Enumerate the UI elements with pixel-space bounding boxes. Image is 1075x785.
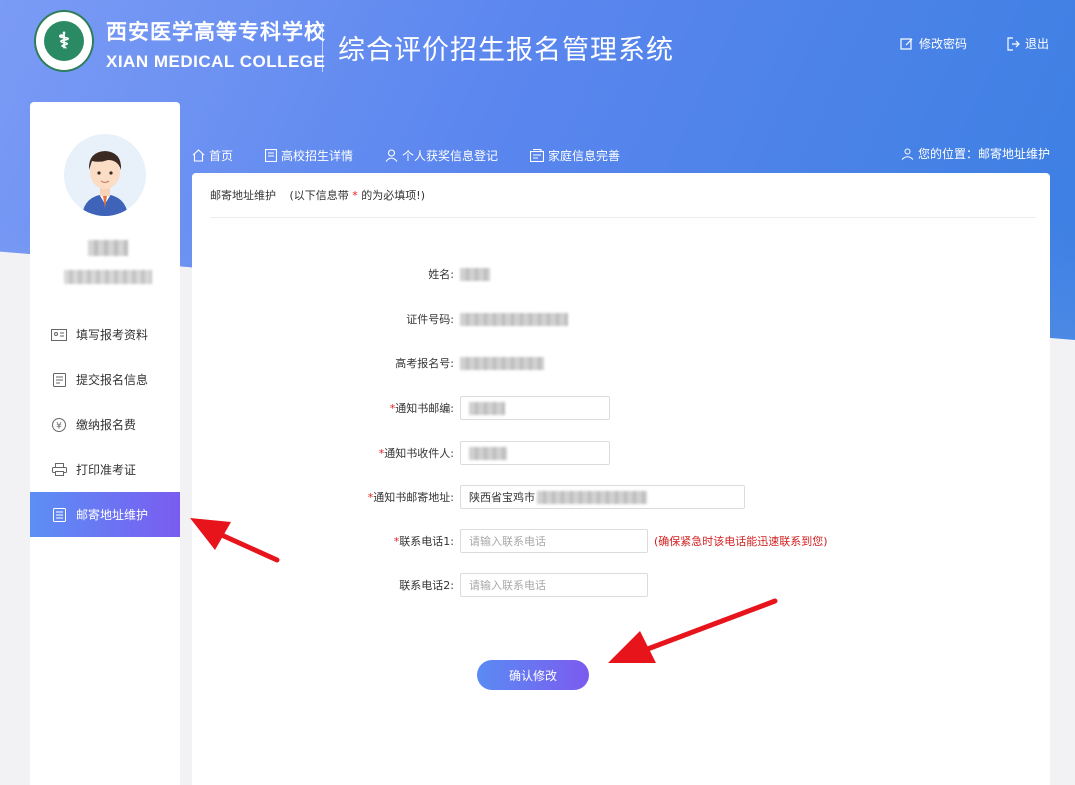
- family-icon: [530, 148, 545, 162]
- nav-awards[interactable]: 个人获奖信息登记: [385, 147, 498, 164]
- address-input[interactable]: 陕西省宝鸡市: [460, 485, 745, 509]
- header-divider-line: [210, 217, 1036, 218]
- sidebar-item-print[interactable]: 打印准考证: [30, 447, 180, 492]
- main-panel: 邮寄地址维护 (以下信息带 * 的为必填项!) 姓名: 证件号码: 高考报名号:…: [192, 173, 1050, 785]
- id-value-redacted: [460, 312, 568, 326]
- nav-family-label: 家庭信息完善: [548, 148, 621, 163]
- breadcrumb-text: 您的位置：邮寄地址维护: [917, 147, 1050, 161]
- phone1-hint: (确保紧急时该电话能迅速联系到您): [654, 535, 828, 548]
- form-icon: [51, 372, 67, 387]
- name-row: 姓名:: [192, 262, 1050, 286]
- header-divider: [322, 22, 323, 72]
- nav-home[interactable]: 首页: [192, 147, 233, 164]
- sidebar-item-submit[interactable]: 提交报名信息: [30, 357, 180, 402]
- home-icon: [192, 148, 205, 162]
- phone1-label-text: 联系电话1:: [399, 535, 454, 548]
- address-row: *通知书邮寄地址: 陕西省宝鸡市: [192, 485, 1050, 509]
- exam-no-value-redacted: [460, 356, 544, 370]
- user-id-redacted: [64, 270, 152, 284]
- avatar: [64, 134, 146, 216]
- id-card-icon: [51, 328, 67, 342]
- exam-no-label: 高考报名号:: [395, 357, 454, 370]
- school-logo: ⚕: [34, 10, 94, 72]
- phone2-input[interactable]: [460, 573, 648, 597]
- postcode-row: *通知书邮编:: [192, 396, 1050, 420]
- postcode-label-text: 通知书邮编:: [395, 402, 454, 415]
- system-title: 综合评价招生报名管理系统: [338, 35, 674, 66]
- address-value: 陕西省宝鸡市: [469, 491, 535, 504]
- location-icon: [901, 148, 914, 160]
- change-password-link[interactable]: 修改密码: [900, 35, 967, 52]
- nav-admission-details-label: 高校招生详情: [281, 148, 354, 163]
- user-name-redacted: [88, 240, 128, 256]
- user-icon: [385, 148, 398, 162]
- name-label: 姓名:: [428, 268, 454, 281]
- postcode-value-redacted: [469, 401, 505, 415]
- sidebar-item-label: 填写报考资料: [76, 328, 149, 342]
- sidebar-item-fill-info[interactable]: 填写报考资料: [30, 312, 180, 357]
- postcode-input[interactable]: [460, 396, 610, 420]
- breadcrumb: 您的位置：邮寄地址维护: [901, 145, 1050, 162]
- phone2-label: 联系电话2:: [399, 579, 454, 592]
- address-label: *通知书邮寄地址:: [192, 489, 460, 505]
- nav-admission-details[interactable]: 高校招生详情: [265, 147, 353, 164]
- sidebar-item-label: 提交报名信息: [76, 373, 149, 387]
- exam-no-row: 高考报名号:: [192, 351, 1050, 375]
- school-name-cn: 西安医学高等专科学校: [106, 20, 326, 44]
- address-value-redacted: [537, 490, 647, 504]
- document-icon: [265, 148, 278, 162]
- id-row: 证件号码:: [192, 307, 1050, 331]
- printer-icon: [51, 463, 67, 477]
- svg-text:¥: ¥: [56, 421, 62, 431]
- logout-label: 退出: [1025, 37, 1050, 51]
- sidebar-menu: 填写报考资料 提交报名信息 ¥ 缴纳报名费 打印准考证 邮寄地址维护: [30, 312, 180, 537]
- sidebar-item-pay[interactable]: ¥ 缴纳报名费: [30, 402, 180, 447]
- id-label: 证件号码:: [406, 313, 454, 326]
- nav-home-label: 首页: [209, 148, 234, 163]
- name-value-redacted: [460, 267, 490, 281]
- annotation-arrow-right: [608, 598, 778, 663]
- school-name-en: XIAN MEDICAL COLLEGE: [106, 52, 326, 71]
- logout-link[interactable]: 退出: [1006, 35, 1049, 52]
- phone1-row: *联系电话1: (确保紧急时该电话能迅速联系到您): [192, 529, 1050, 553]
- form-title: 邮寄地址维护: [210, 189, 276, 202]
- logout-icon: [1007, 36, 1020, 51]
- phone1-field[interactable]: [469, 534, 647, 548]
- phone1-input[interactable]: [460, 529, 648, 553]
- form-note-star: *: [352, 189, 358, 202]
- sidebar-item-label: 邮寄地址维护: [76, 508, 149, 522]
- recipient-input[interactable]: [460, 441, 610, 465]
- list-icon: [51, 507, 67, 522]
- phone2-row: 联系电话2:: [192, 573, 1050, 597]
- change-password-label: 修改密码: [919, 37, 968, 51]
- phone2-field[interactable]: [469, 578, 647, 592]
- recipient-row: *通知书收件人:: [192, 441, 1050, 465]
- yuan-icon: ¥: [51, 417, 67, 432]
- nav-family[interactable]: 家庭信息完善: [530, 147, 620, 164]
- sidebar-item-address[interactable]: 邮寄地址维护: [30, 492, 180, 537]
- edit-icon: [900, 37, 913, 50]
- form-note-prefix: (以下信息带: [289, 189, 349, 202]
- confirm-button[interactable]: 确认修改: [477, 660, 589, 690]
- recipient-value-redacted: [469, 446, 507, 460]
- sidebar-item-label: 打印准考证: [76, 463, 137, 477]
- recipient-label: *通知书收件人:: [192, 445, 460, 461]
- form-header: 邮寄地址维护 (以下信息带 * 的为必填项!): [210, 187, 425, 203]
- sidebar: 填写报考资料 提交报名信息 ¥ 缴纳报名费 打印准考证 邮寄地址维护: [30, 102, 180, 785]
- top-nav: 首页 高校招生详情 个人获奖信息登记 家庭信息完善 您的位置：邮寄地址维护: [192, 145, 1050, 165]
- postcode-label: *通知书邮编:: [192, 400, 460, 416]
- annotation-arrow-left: [190, 518, 280, 563]
- form-note-suffix: 的为必填项!): [361, 189, 425, 202]
- sidebar-item-label: 缴纳报名费: [76, 418, 137, 432]
- nav-awards-label: 个人获奖信息登记: [402, 148, 499, 163]
- address-label-text: 通知书邮寄地址:: [373, 491, 454, 504]
- recipient-label-text: 通知书收件人:: [384, 447, 454, 460]
